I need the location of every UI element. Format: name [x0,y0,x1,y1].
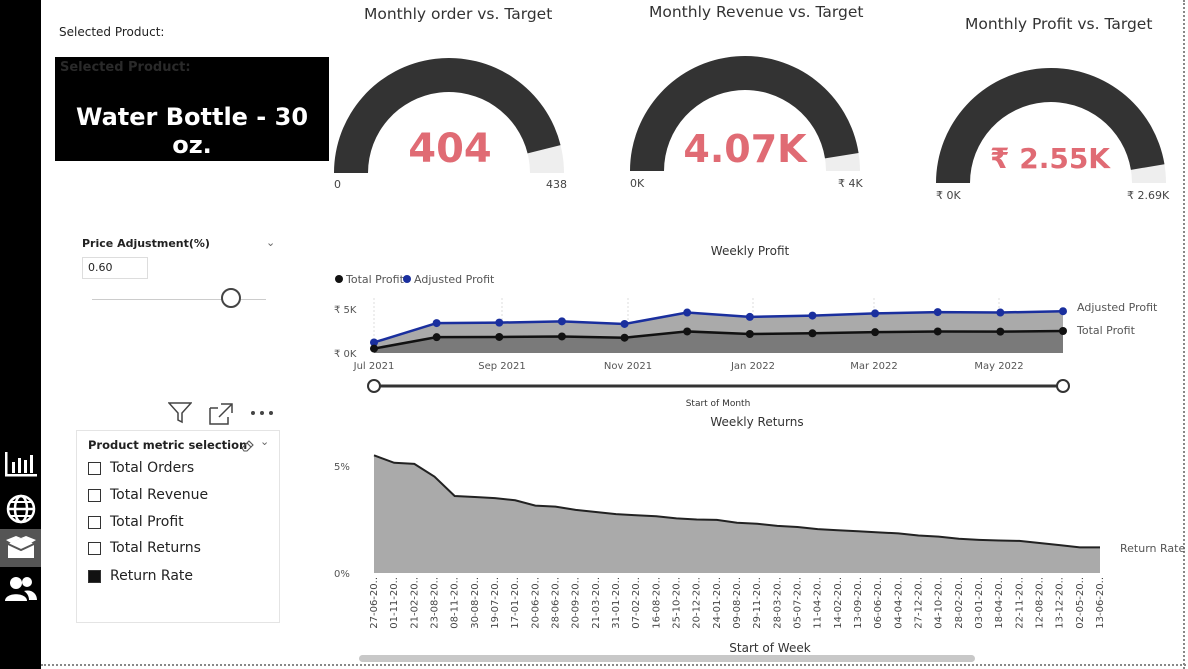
total-profit-point [933,327,942,336]
x-tick-label: 02-05-20.. [1075,577,1086,629]
x-tick-label: Jul 2021 [353,361,395,372]
chart-legend: Total Profit Adjusted Profit [335,273,495,286]
x-tick-label: 23-08-20.. [430,577,441,629]
charts-layer: Weekly Profit Total Profit Adjusted Profit… [334,244,1185,655]
adjusted-profit-point [557,317,566,326]
total-profit-point [745,329,754,338]
x-axis-title: Start of Week [729,641,810,655]
adjusted-profit-point [1059,307,1067,316]
range-slider-end-handle [1056,379,1070,393]
adjusted-profit-point [745,312,754,321]
adjusted-profit-point [808,311,817,320]
x-tick-label: 27-12-20.. [914,577,925,629]
x-tick-label: 09-08-20.. [732,577,743,629]
x-tick-label: 14-02-20.. [833,577,844,629]
adjusted-profit-point [871,309,880,318]
x-tick-label: 24-01-20.. [712,577,723,629]
chart-title: Weekly Returns [710,415,803,429]
x-tick-label: 13-06-20.. [1095,577,1106,629]
x-tick-label: 04-10-20.. [934,577,945,629]
x-tick-label: 17-01-20.. [510,577,521,629]
x-tick-label: 07-02-20.. [631,577,642,629]
x-tick-label: 27-06-20.. [369,577,380,629]
y-tick-label: 5% [334,462,350,473]
y-tick-label: ₹ 5K [334,305,357,316]
legend-marker [335,275,343,283]
x-axis-title: Start of Month [686,399,751,409]
x-tick-label: 31-01-20.. [611,577,622,629]
x-tick-label: 28-02-20.. [954,577,965,629]
series-end-label: Return Rate [1120,542,1185,555]
x-tick-label: 28-03-20.. [772,577,783,629]
y-tick-label: ₹ 0K [334,349,357,360]
x-tick-label: 18-04-20.. [994,577,1005,629]
total-profit-point [808,329,817,338]
adjusted-profit-point [996,308,1005,317]
x-tick-label: 04-04-20.. [893,577,904,629]
x-tick-label: 22-11-20.. [1014,577,1025,629]
return-rate-area [374,455,1100,573]
adjusted-profit-point [495,318,504,327]
legend-marker [403,275,411,283]
x-tick-label: 11-04-20.. [813,577,824,629]
x-tick-label: 21-02-20.. [409,577,420,629]
adjusted-profit-point [683,308,692,317]
x-tick-label: 06-06-20.. [873,577,884,629]
x-tick-label: 03-01-20.. [974,577,985,629]
x-tick-label: 19-07-20.. [490,577,501,629]
adjusted-profit-point [933,308,942,317]
total-profit-point [557,332,566,341]
x-tick-label: 12-08-20.. [1035,577,1046,629]
x-tick-label: Nov 2021 [604,361,652,372]
x-tick-label: 20-06-20.. [530,577,541,629]
x-tick-label: 20-12-20.. [692,577,703,629]
y-tick-label: 0% [334,569,350,580]
legend-label: Total Profit [345,273,405,286]
total-profit-point [871,328,880,337]
x-tick-label: 08-11-20.. [450,577,461,629]
x-tick-label: 25-10-20.. [672,577,683,629]
x-tick-label: 01-11-20.. [389,577,400,629]
x-tick-label: Mar 2022 [850,361,898,372]
total-profit-point [495,332,504,341]
horizontal-scrollbar[interactable] [359,655,975,662]
x-tick-label: 16-08-20.. [651,577,662,629]
total-profit-point [683,327,692,336]
adjusted-profit-point [620,319,629,328]
range-slider-start-handle [367,379,381,393]
total-profit-point [620,333,629,342]
x-tick-label: Jan 2022 [730,361,775,372]
x-tick-label: 28-06-20.. [551,577,562,629]
total-profit-point [1059,327,1067,335]
total-profit-point [432,333,441,342]
x-tick-label: May 2022 [974,361,1023,372]
x-tick-label: 30-08-20.. [470,577,481,629]
series-end-label: Adjusted Profit [1077,301,1158,314]
x-tick-label: 13-12-20.. [1055,577,1066,629]
x-tick-label: 05-07-20.. [793,577,804,629]
x-tick-label: Sep 2021 [478,361,525,372]
adjusted-profit-point [432,319,441,328]
total-profit-point [370,344,378,353]
chart-title: Weekly Profit [711,244,790,258]
x-tick-label: 13-09-20.. [853,577,864,629]
x-tick-label: 20-09-20.. [571,577,582,629]
x-tick-label: 21-03-20.. [591,577,602,629]
total-profit-point [996,327,1005,336]
x-tick-label: 29-11-20.. [752,577,763,629]
legend-label: Adjusted Profit [414,273,495,286]
series-end-label: Total Profit [1076,324,1136,337]
